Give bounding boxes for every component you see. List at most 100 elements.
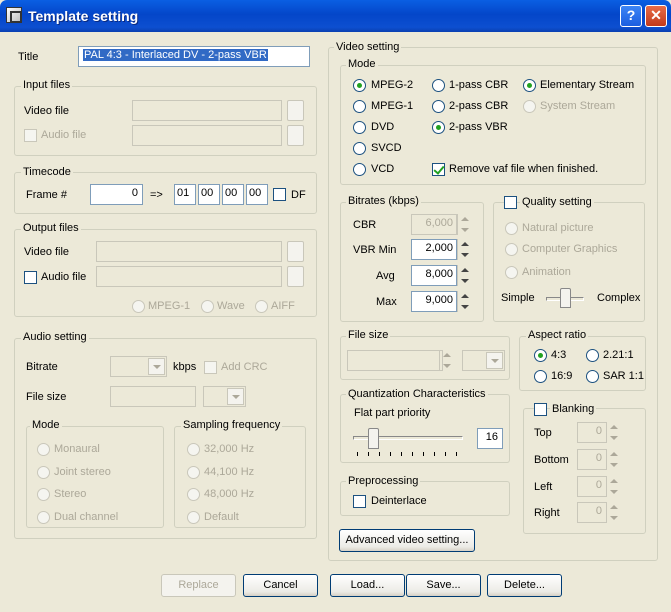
pass2-cbr-radio[interactable] bbox=[432, 100, 445, 113]
output-audio-browse-button[interactable] bbox=[287, 266, 304, 287]
advanced-video-setting-button[interactable]: Advanced video setting... bbox=[339, 529, 475, 552]
close-button[interactable]: ✕ bbox=[645, 5, 667, 27]
simple-label: Simple bbox=[501, 292, 535, 304]
blanking-left-input[interactable]: 0 bbox=[577, 476, 607, 497]
blanking-bottom-spinner[interactable] bbox=[606, 449, 620, 470]
quality-slider-thumb[interactable] bbox=[560, 288, 571, 308]
input-video-field[interactable] bbox=[132, 100, 282, 121]
input-audio-field[interactable] bbox=[132, 125, 282, 146]
blanking-right-input[interactable]: 0 bbox=[577, 502, 607, 523]
pass2-vbr-radio[interactable] bbox=[432, 121, 445, 134]
audio-mode-dual-radio[interactable] bbox=[37, 511, 50, 524]
mode-svcd-radio[interactable] bbox=[353, 142, 366, 155]
sampling-48000-radio[interactable] bbox=[187, 488, 200, 501]
audio-mode-monaural-radio[interactable] bbox=[37, 443, 50, 456]
aspect-4-3-label: 4:3 bbox=[551, 349, 567, 361]
mode-mpeg2-label: MPEG-2 bbox=[371, 79, 414, 91]
sampling-default-radio[interactable] bbox=[187, 511, 200, 524]
input-video-browse-button[interactable] bbox=[287, 100, 304, 121]
aspect-sar-radio[interactable] bbox=[586, 370, 599, 383]
max-spinner[interactable] bbox=[457, 291, 471, 312]
quality-cg-radio[interactable] bbox=[505, 243, 518, 256]
kbps-label: kbps bbox=[173, 361, 197, 373]
timecode-frames[interactable]: 00 bbox=[246, 184, 268, 205]
file-size-field[interactable] bbox=[347, 350, 443, 371]
mode-dvd-radio[interactable] bbox=[353, 121, 366, 134]
audio-file-size-field[interactable] bbox=[110, 386, 196, 407]
sampling-44100-radio[interactable] bbox=[187, 466, 200, 479]
format-mpeg1-radio[interactable] bbox=[132, 300, 145, 313]
audio-bitrate-dropdown[interactable] bbox=[110, 356, 167, 377]
cbr-input[interactable]: 6,000 bbox=[411, 214, 457, 235]
file-size-unit-dropdown[interactable] bbox=[462, 350, 505, 371]
frame-input[interactable]: 0 bbox=[90, 184, 143, 205]
quality-animation-radio[interactable] bbox=[505, 266, 518, 279]
mode-mpeg1-radio[interactable] bbox=[353, 100, 366, 113]
timecode-minutes[interactable]: 00 bbox=[198, 184, 220, 205]
sampling-32000-radio[interactable] bbox=[187, 443, 200, 456]
elementary-stream-radio[interactable] bbox=[523, 79, 536, 92]
mode-mpeg2-radio[interactable] bbox=[353, 79, 366, 92]
avg-label: Avg bbox=[376, 270, 395, 282]
aspect-2-21-radio[interactable] bbox=[586, 349, 599, 362]
avg-input[interactable]: 8,000 bbox=[411, 265, 457, 286]
vbr-min-input[interactable]: 2,000 bbox=[411, 239, 457, 260]
add-crc-checkbox[interactable] bbox=[204, 361, 217, 374]
aspect-4-3-radio[interactable] bbox=[534, 349, 547, 362]
remove-vaf-checkbox[interactable] bbox=[432, 163, 445, 176]
add-crc-label: Add CRC bbox=[221, 361, 268, 373]
chevron-down-icon bbox=[227, 388, 244, 405]
help-button[interactable]: ? bbox=[620, 5, 642, 27]
timecode-hours[interactable]: 01 bbox=[174, 184, 196, 205]
aspect-16-9-radio[interactable] bbox=[534, 370, 547, 383]
format-wave-radio[interactable] bbox=[201, 300, 214, 313]
avg-spinner[interactable] bbox=[457, 265, 471, 286]
format-aiff-label: AIFF bbox=[271, 300, 295, 312]
pass1-cbr-radio[interactable] bbox=[432, 79, 445, 92]
bitrates-legend: Bitrates (kbps) bbox=[346, 195, 421, 207]
blanking-left-spinner[interactable] bbox=[606, 476, 620, 497]
blanking-top-spinner[interactable] bbox=[606, 422, 620, 443]
audio-file-size-unit-dropdown[interactable] bbox=[203, 386, 246, 407]
output-video-field[interactable] bbox=[96, 241, 282, 262]
window-title: Template setting bbox=[28, 8, 139, 24]
flat-part-value[interactable]: 16 bbox=[477, 428, 503, 449]
input-audio-checkbox[interactable] bbox=[24, 129, 37, 142]
blanking-right-spinner[interactable] bbox=[606, 502, 620, 523]
blanking-top-input[interactable]: 0 bbox=[577, 422, 607, 443]
df-checkbox[interactable] bbox=[273, 188, 286, 201]
audio-mode-legend: Mode bbox=[30, 419, 62, 431]
blanking-checkbox[interactable] bbox=[534, 403, 547, 416]
quality-animation-label: Animation bbox=[522, 266, 571, 278]
deinterlace-checkbox[interactable] bbox=[353, 495, 366, 508]
audio-mode-stereo-radio[interactable] bbox=[37, 488, 50, 501]
quality-natural-radio[interactable] bbox=[505, 222, 518, 235]
title-bar[interactable]: Template setting ? ✕ bbox=[0, 0, 671, 32]
audio-mode-joint-radio[interactable] bbox=[37, 466, 50, 479]
max-input[interactable]: 9,000 bbox=[411, 291, 457, 312]
mode-vcd-radio[interactable] bbox=[353, 163, 366, 176]
format-aiff-radio[interactable] bbox=[255, 300, 268, 313]
file-size-spinner[interactable] bbox=[439, 350, 453, 371]
cbr-spinner[interactable] bbox=[457, 214, 471, 235]
output-audio-field[interactable] bbox=[96, 266, 282, 287]
save-button[interactable]: Save... bbox=[406, 574, 481, 597]
title-input[interactable]: PAL 4:3 - Interlaced DV - 2-pass VBR bbox=[78, 46, 310, 67]
load-button[interactable]: Load... bbox=[330, 574, 405, 597]
output-video-browse-button[interactable] bbox=[287, 241, 304, 262]
vbr-min-spinner[interactable] bbox=[457, 239, 471, 260]
delete-button[interactable]: Delete... bbox=[487, 574, 562, 597]
quality-setting-checkbox[interactable] bbox=[504, 196, 517, 209]
output-audio-checkbox[interactable] bbox=[24, 271, 37, 284]
input-audio-browse-button[interactable] bbox=[287, 125, 304, 146]
mode-svcd-label: SVCD bbox=[371, 142, 402, 154]
blanking-top-label: Top bbox=[534, 427, 552, 439]
cancel-button[interactable]: Cancel bbox=[243, 574, 318, 597]
flat-part-slider-thumb[interactable] bbox=[367, 428, 379, 449]
input-audio-label: Audio file bbox=[41, 129, 87, 141]
timecode-seconds[interactable]: 00 bbox=[222, 184, 244, 205]
sampling-frequency-legend: Sampling frequency bbox=[181, 419, 283, 431]
blanking-bottom-input[interactable]: 0 bbox=[577, 449, 607, 470]
system-stream-radio[interactable] bbox=[523, 100, 536, 113]
replace-button[interactable]: Replace bbox=[161, 574, 236, 597]
